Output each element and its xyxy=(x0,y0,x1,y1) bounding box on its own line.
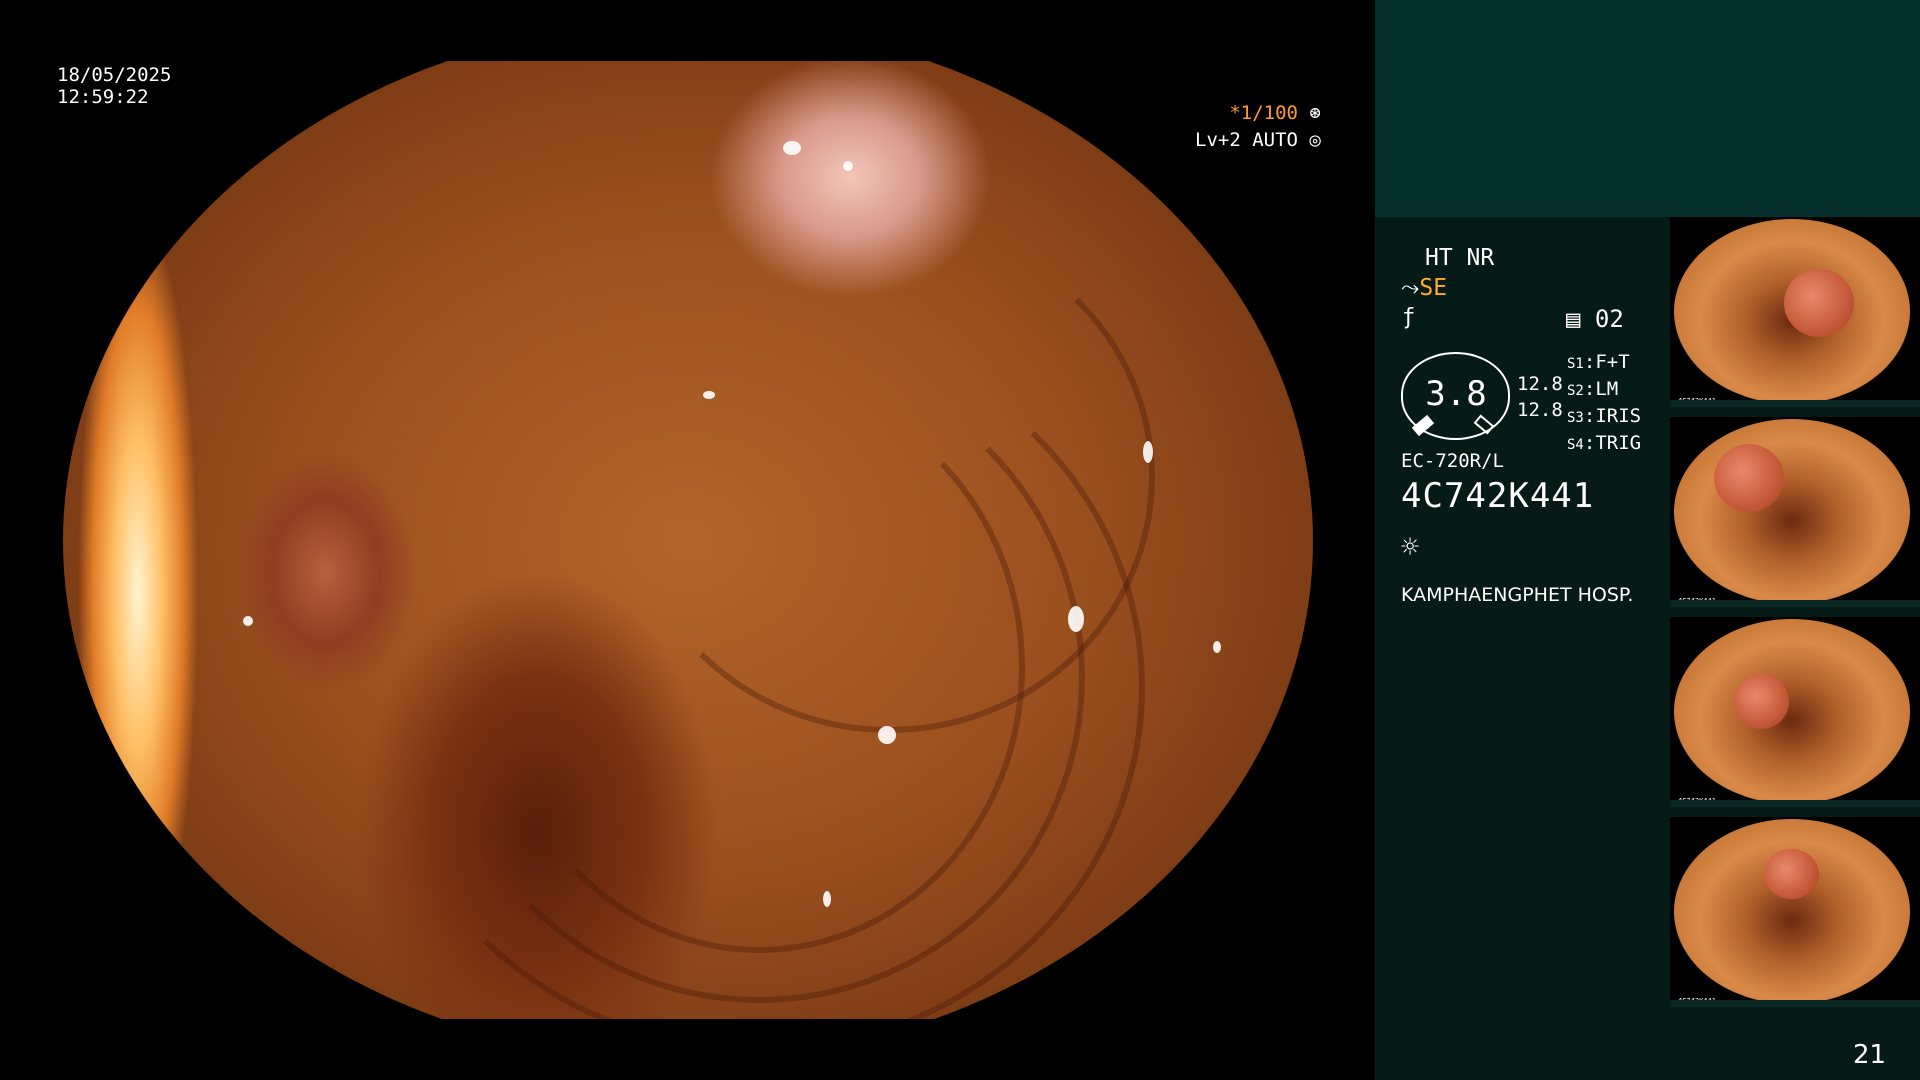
thumbnail[interactable]: 4C742K441 xyxy=(1670,817,1920,1007)
se-label: SE xyxy=(1419,275,1448,301)
switch-key: S4 xyxy=(1567,437,1584,453)
structure-icon: ⤳ xyxy=(1401,275,1420,301)
page-number: 21 xyxy=(1853,1040,1887,1070)
time-text: 12:59:22 xyxy=(57,86,149,108)
switch-item: S3:IRIS xyxy=(1567,405,1642,427)
switch-settings-list: S1:F+T S2:LM S3:IRIS S4:TRIG xyxy=(1567,350,1641,458)
endoscope-view xyxy=(63,61,1313,1019)
right-panel-header xyxy=(1375,0,1920,217)
switch-value: TRIG xyxy=(1595,432,1642,454)
ht-nr-label: HT NR xyxy=(1425,245,1495,271)
side-value-2: 12.8 xyxy=(1517,399,1563,421)
switch-value: IRIS xyxy=(1595,405,1642,427)
hospital-name: KAMPHAENGPHET HOSP. xyxy=(1401,584,1634,606)
aperture-icon: ⊛ xyxy=(1309,102,1321,124)
side-value-1: 12.8 xyxy=(1517,373,1563,395)
magnification-text: *1/100 xyxy=(1229,102,1298,124)
level-text: Lv+2 AUTO xyxy=(1195,129,1298,151)
se-row: ⤳SE xyxy=(1401,275,1447,301)
switch-value: LM xyxy=(1595,378,1619,400)
record-icon: ▤ xyxy=(1566,305,1581,333)
switch-item: S2:LM xyxy=(1567,378,1619,400)
magnification-block: *1/100 ⊛ Lv+2 AUTO ◎ xyxy=(1195,100,1321,154)
date-time-overlay: 18/05/2025 12:59:22 xyxy=(57,64,171,108)
record-count: 02 xyxy=(1594,305,1624,333)
date-text: 18/05/2025 xyxy=(57,64,172,86)
scope-serial: 4C742K441 xyxy=(1401,476,1595,516)
light-icon: ☼ xyxy=(1401,530,1420,565)
switch-key: S2 xyxy=(1567,383,1584,399)
color-mode-icon: ƒ xyxy=(1402,305,1416,330)
switch-key: S3 xyxy=(1567,410,1584,426)
thumbnail-image xyxy=(1674,619,1910,804)
thumbnail[interactable]: 4C742K441 xyxy=(1670,417,1920,607)
record-count-row: ▤ 02 xyxy=(1566,305,1624,333)
scope-model: EC-720R/L xyxy=(1401,450,1504,472)
gauge-value: 3.8 xyxy=(1425,374,1487,414)
switch-key: S1 xyxy=(1567,356,1584,372)
endoscopic-image xyxy=(63,61,1313,1019)
target-icon: ◎ xyxy=(1309,129,1321,151)
switch-item: S4:TRIG xyxy=(1567,432,1642,454)
thumbnail-image xyxy=(1674,819,1910,1004)
thumbnail-image xyxy=(1674,219,1910,404)
thumbnail[interactable]: 4C742K441 xyxy=(1670,617,1920,807)
thumbnail[interactable]: 4C742K441 xyxy=(1670,217,1920,407)
thumbnail-image xyxy=(1674,419,1910,604)
switch-value: F+T xyxy=(1595,351,1630,373)
switch-item: S1:F+T xyxy=(1567,351,1630,373)
